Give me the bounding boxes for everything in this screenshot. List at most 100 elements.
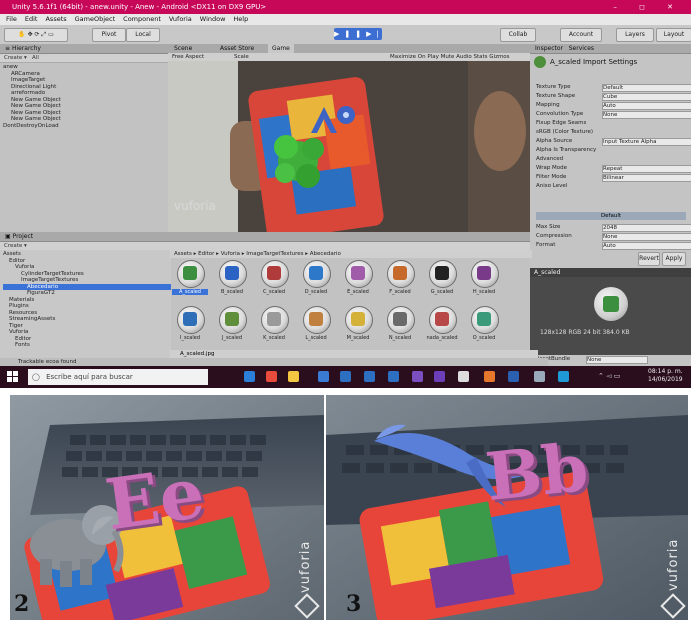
asset-tile[interactable]: N_scaled (382, 304, 418, 346)
format-row: Format Auto (536, 242, 691, 250)
menu-item-gameobject[interactable]: GameObject (75, 15, 116, 23)
asset-name: H_scaled (472, 289, 496, 295)
menu-item-window[interactable]: Window (200, 15, 226, 23)
setting-label: Fixup Edge Seams (536, 120, 587, 126)
scale-slider[interactable]: Scale (234, 53, 249, 61)
asset-tile[interactable]: L_scaled (298, 304, 334, 346)
setting-value[interactable]: Bilinear (602, 174, 691, 182)
asset-tile[interactable]: K_scaled (256, 304, 292, 346)
menu-item-file[interactable]: File (6, 15, 17, 23)
project-create-button[interactable]: Create (4, 243, 22, 249)
app-icon[interactable] (534, 371, 545, 382)
asset-tile[interactable]: nada_scaled (424, 304, 460, 346)
menu-item-help[interactable]: Help (233, 15, 248, 23)
pivot-button[interactable]: Pivot (92, 28, 126, 42)
hierarchy-tree: anew ARCamera ImageTarget Directional Light… (0, 63, 168, 129)
tab-asset-store[interactable]: Asset Store (220, 44, 254, 53)
hierarchy-create-button[interactable]: Create (4, 55, 22, 61)
visual-studio-icon[interactable] (412, 371, 423, 382)
file-explorer-icon[interactable] (288, 371, 299, 382)
blender-icon[interactable] (484, 371, 495, 382)
setting-value[interactable]: Default (602, 84, 691, 92)
project-breadcrumb[interactable]: Assets ▸ Editor ▸ Vuforia ▸ ImageTargetT… (170, 250, 532, 258)
asset-letter-icon (225, 312, 239, 326)
app-icon[interactable] (388, 371, 399, 382)
project-folder[interactable]: Fonts (3, 342, 171, 349)
asset-tile[interactable]: M_scaled (340, 304, 376, 346)
collab-button[interactable]: Collab (500, 28, 536, 42)
texture-thumbnail-icon (534, 56, 546, 68)
taskbar-search[interactable]: ◯ Escribe aquí para buscar (28, 369, 208, 385)
asset-letter-icon (309, 266, 323, 280)
setting-row: Fixup Edge Seams (536, 120, 686, 126)
asset-tile[interactable]: O_scaled (466, 304, 502, 346)
taskbar-search-placeholder: Escribe aquí para buscar (46, 373, 133, 381)
asset-tile[interactable]: E_scaled (340, 258, 376, 300)
preview-header: A_scaled (530, 268, 691, 277)
platform-default-tab[interactable]: Default (536, 212, 686, 220)
asset-tile[interactable]: A_scaled (172, 258, 208, 300)
asset-tile[interactable]: B_scaled (214, 258, 250, 300)
app-icon[interactable] (558, 371, 569, 382)
word-icon[interactable] (508, 371, 519, 382)
hierarchy-tab[interactable]: ≡ Hierarchy (0, 44, 168, 54)
app-icon[interactable] (364, 371, 375, 382)
tab-services[interactable]: Services (569, 45, 594, 52)
system-tray-icons[interactable]: ⌃ ◅ ▭ (598, 372, 620, 380)
setting-value[interactable]: Repeat (602, 165, 691, 173)
taskbar-clock[interactable]: 08:14 p. m. 14/06/2019 (648, 368, 683, 384)
window-controls[interactable]: – ◻ ✕ (613, 0, 683, 14)
unity-icon[interactable] (458, 371, 469, 382)
hierarchy-search[interactable]: All (32, 55, 39, 61)
asset-tile[interactable]: J_scaled (214, 304, 250, 346)
menu-item-edit[interactable]: Edit (25, 15, 38, 23)
app-icon[interactable] (434, 371, 445, 382)
apply-button[interactable]: Apply (662, 252, 686, 266)
account-button[interactable]: Account (560, 28, 602, 42)
aspect-dropdown[interactable]: Free Aspect (172, 53, 204, 61)
setting-value[interactable]: Input Texture Alpha (602, 138, 691, 146)
asset-tile[interactable]: G_scaled (424, 258, 460, 300)
tab-scene[interactable]: Scene (174, 44, 192, 53)
setting-value[interactable]: Auto (602, 102, 691, 110)
assetbundle-dropdown[interactable]: None (586, 356, 648, 364)
layout-button[interactable]: Layout (656, 28, 691, 42)
setting-value[interactable]: None (602, 111, 691, 119)
compression-row: Compression None (536, 233, 691, 241)
app-icon[interactable] (340, 371, 351, 382)
layers-button[interactable]: Layers (616, 28, 654, 42)
assetbundle-row: AssetBundle None (536, 356, 686, 364)
vuforia-watermark: vuforia (298, 540, 313, 593)
asset-tile[interactable]: H_scaled (466, 258, 502, 300)
asset-letter-icon (393, 312, 407, 326)
format-dropdown[interactable]: Auto (602, 242, 691, 250)
tab-game[interactable]: Game (268, 44, 294, 53)
play-controls[interactable]: ▶❚❚▶| (334, 28, 382, 40)
menu-item-vuforia[interactable]: Vuforia (169, 15, 192, 23)
tab-inspector[interactable]: Inspector (535, 45, 563, 52)
transform-tools[interactable]: ✋ ✥ ⟳ ⤢ ▭ (4, 28, 68, 42)
revert-button[interactable]: Revert (638, 252, 660, 266)
compression-dropdown[interactable]: None (602, 233, 691, 241)
asset-tile[interactable]: C_scaled (256, 258, 292, 300)
store-icon[interactable] (318, 371, 329, 382)
setting-label: Advanced (536, 156, 564, 162)
chrome-icon[interactable] (266, 371, 277, 382)
asset-tile[interactable]: D_scaled (298, 258, 334, 300)
menu-item-assets[interactable]: Assets (45, 15, 66, 23)
asset-tile[interactable]: F_scaled (382, 258, 418, 300)
hierarchy-item[interactable]: DontDestroyOnLoad (3, 123, 168, 130)
project-tab[interactable]: ▣ Project (0, 232, 530, 242)
asset-tile[interactable]: I_scaled (172, 304, 208, 346)
menu-item-component[interactable]: Component (123, 15, 161, 23)
game-options[interactable]: Maximize On Play Mute Audio Stats Gizmos (390, 53, 510, 61)
max-size-dropdown[interactable]: 2048 (602, 224, 691, 232)
windows-start-icon[interactable] (7, 371, 19, 383)
project-panel: ▣ Project Create ▾ Assets Editor Vuforia Cy… (0, 232, 538, 372)
setting-row: Filter Mode Bilinear (536, 174, 691, 182)
setting-label: sRGB (Color Texture) (536, 129, 594, 135)
edge-icon[interactable] (244, 371, 255, 382)
setting-value[interactable]: Cube (602, 93, 691, 101)
max-size-row: Max Size 2048 (536, 224, 691, 232)
local-button[interactable]: Local (126, 28, 160, 42)
